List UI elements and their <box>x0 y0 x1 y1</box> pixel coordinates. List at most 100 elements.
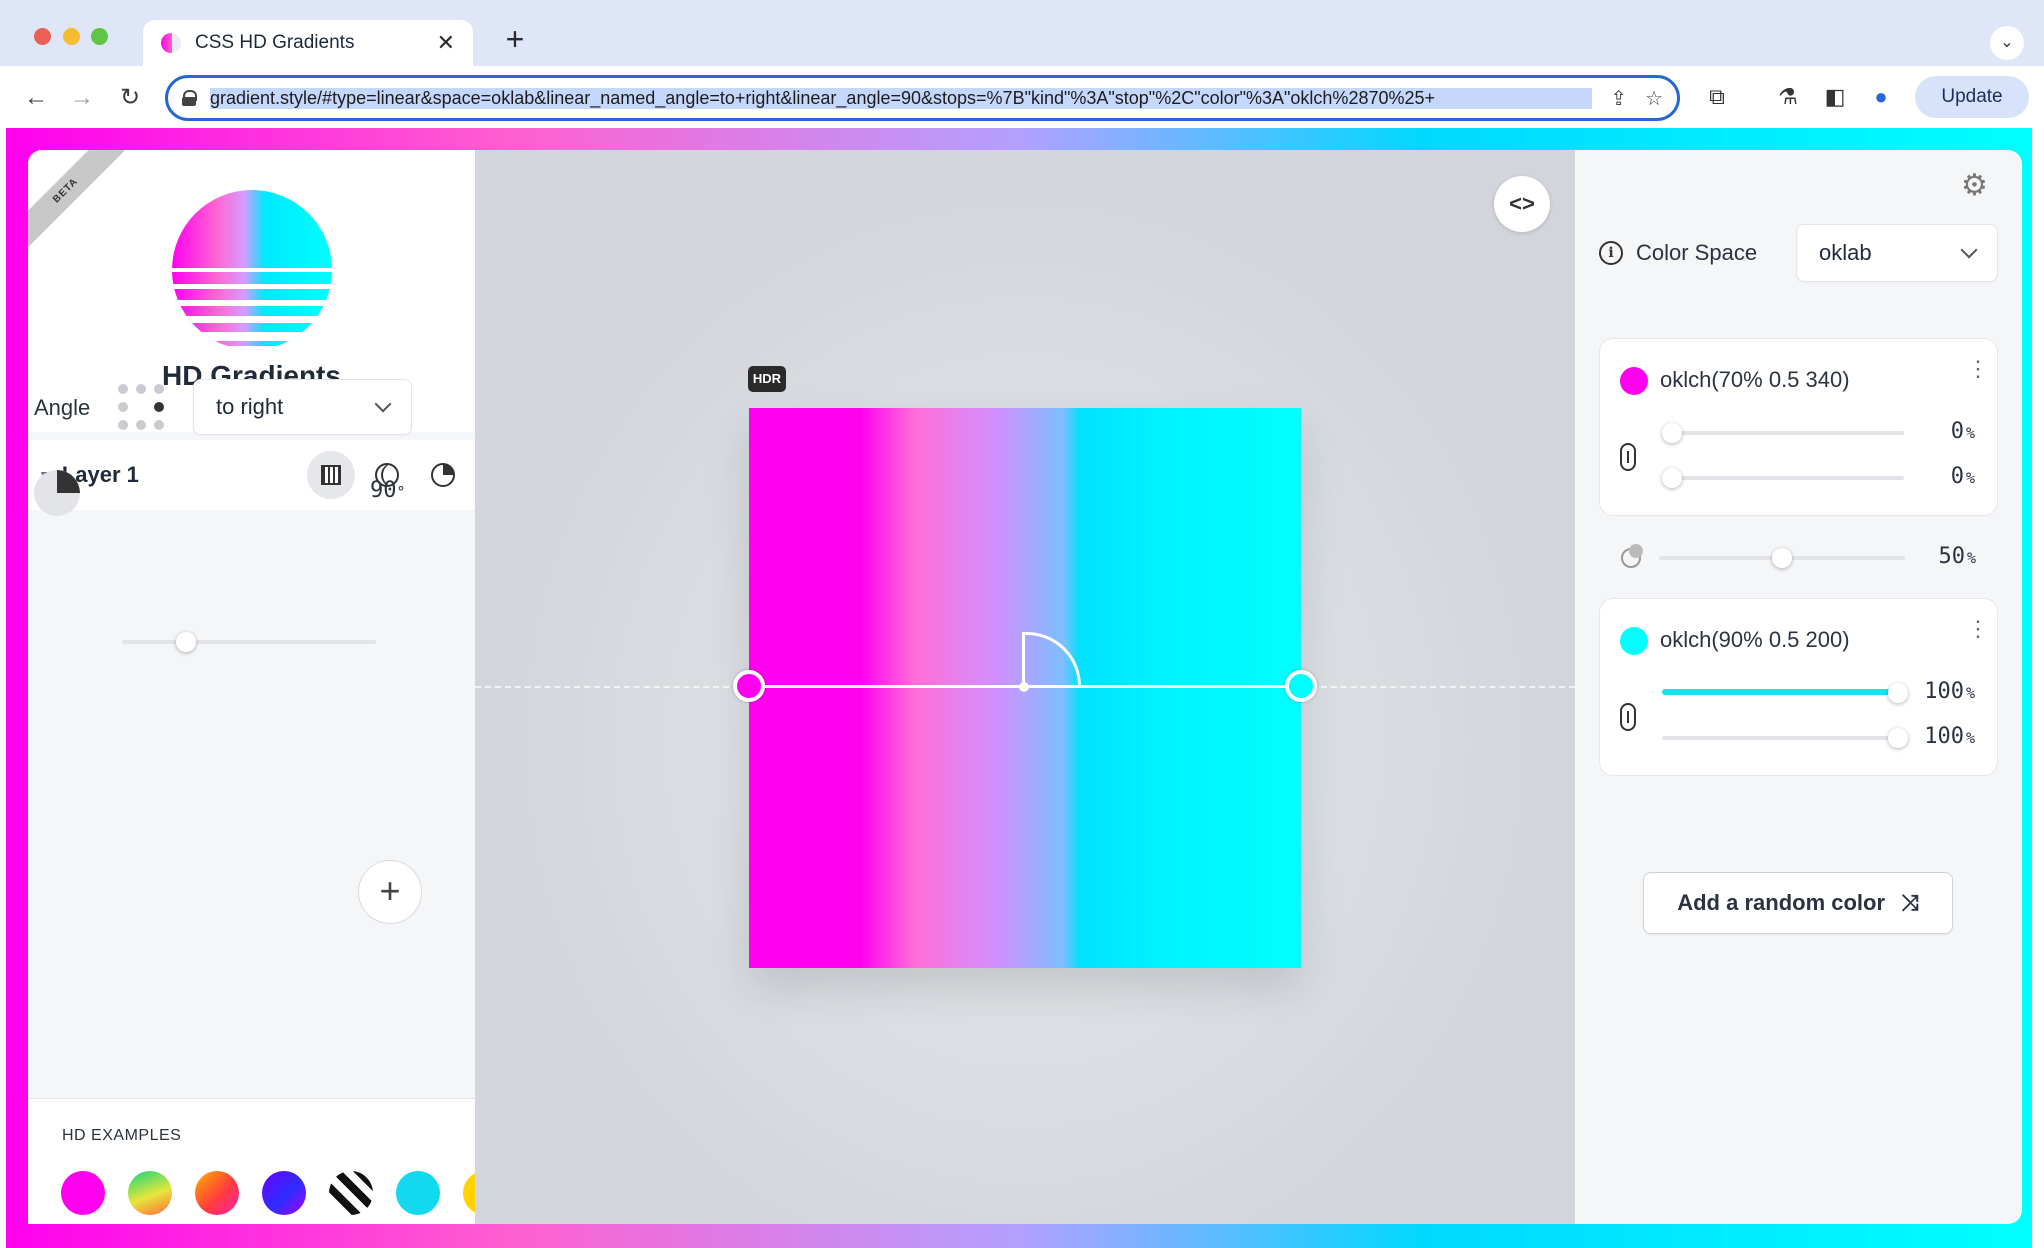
example-swatch-magenta[interactable] <box>61 1171 105 1215</box>
angle-value: 90° <box>370 478 406 503</box>
examples-label: HD EXAMPLES <box>62 1127 182 1144</box>
angle-select-value: to right <box>216 394 284 419</box>
stop-end-slider[interactable] <box>1662 736 1904 740</box>
gradient-end-handle[interactable] <box>1285 670 1317 702</box>
labs-flask-icon[interactable]: ⚗ <box>1771 80 1805 114</box>
example-swatch-sunset[interactable] <box>195 1171 239 1215</box>
chevron-down-icon <box>1960 241 1978 259</box>
lock-icon[interactable] <box>182 90 197 106</box>
direction-dot[interactable] <box>118 402 128 412</box>
minimize-window-button[interactable] <box>63 28 80 45</box>
stop-start-slider[interactable] <box>1662 691 1904 695</box>
direction-dot[interactable] <box>136 384 146 394</box>
link-positions-icon[interactable] <box>1620 443 1636 471</box>
hdr-badge: HDR <box>748 366 786 392</box>
gradient-guide-left <box>475 686 749 688</box>
reload-icon[interactable]: ↻ <box>112 80 148 116</box>
direction-dot[interactable] <box>154 384 164 394</box>
angle-slider-thumb[interactable] <box>175 632 196 652</box>
direction-dot[interactable] <box>136 420 146 430</box>
color-swatch[interactable] <box>1620 627 1648 655</box>
forward-icon[interactable]: → <box>64 80 100 116</box>
add-layer-button[interactable]: + <box>358 860 422 924</box>
transition-hint-icon <box>1621 544 1643 568</box>
browser-chrome: CSS HD Gradients ✕ + ⌄ ← → ↻ gradient.st… <box>0 0 2044 128</box>
direction-dot[interactable] <box>154 420 164 430</box>
chevron-down-icon <box>374 395 392 413</box>
gear-icon[interactable]: ⚙ <box>1961 168 1988 203</box>
stop-start-value: 0% <box>1950 419 1975 444</box>
angle-label: Angle <box>34 395 91 420</box>
layers-panel: BETA HD Gradients ▼ Layer 1 <box>28 150 475 1224</box>
address-bar[interactable]: gradient.style/#type=linear&space=oklab&… <box>165 75 1680 121</box>
close-tab-icon[interactable]: ✕ <box>437 30 455 56</box>
direction-dot-selected[interactable] <box>154 402 164 412</box>
layer-header: ▼ Layer 1 <box>28 440 475 510</box>
browser-tab[interactable]: CSS HD Gradients ✕ <box>143 20 473 66</box>
stop-start-thumb[interactable] <box>1888 683 1908 703</box>
angle-select[interactable]: to right <box>193 379 412 435</box>
stop-end-value: 0% <box>1950 464 1975 489</box>
angle-slider-track[interactable] <box>122 640 376 644</box>
close-window-button[interactable] <box>34 28 51 45</box>
more-options-icon[interactable]: ⋮ <box>1967 358 1989 380</box>
hint-slider-thumb[interactable] <box>1772 548 1792 568</box>
color-space-value: oklab <box>1819 240 1872 265</box>
conic-gradient-button[interactable] <box>419 451 467 499</box>
stop-start-thumb[interactable] <box>1662 423 1682 443</box>
code-toggle-button[interactable]: <> <box>1494 176 1550 232</box>
share-icon[interactable]: ⇪ <box>1610 86 1627 111</box>
extensions-icon[interactable]: ⧉ <box>1700 80 1734 114</box>
beta-ribbon: BETA <box>28 150 125 250</box>
stop-end-value: 100% <box>1924 724 1975 749</box>
color-space-label: Color Space <box>1636 240 1758 265</box>
angle-dial-icon[interactable] <box>34 470 80 516</box>
browser-toolbar: ← → ↻ gradient.style/#type=linear&space=… <box>0 66 2044 128</box>
direction-dot[interactable] <box>118 420 128 430</box>
profile-icon[interactable]: ● <box>1864 80 1898 114</box>
linear-gradient-button[interactable] <box>307 451 355 499</box>
stop-start-value: 100% <box>1924 679 1975 704</box>
info-icon[interactable]: i <box>1599 241 1623 265</box>
color-stop-name[interactable]: oklch(70% 0.5 340) <box>1660 367 1850 393</box>
tab-search-icon[interactable]: ⌄ <box>1990 26 2024 60</box>
stop-end-thumb[interactable] <box>1888 728 1908 748</box>
conic-gradient-icon <box>431 463 455 487</box>
hd-examples: HD EXAMPLES <box>28 1098 507 1224</box>
stop-start-slider[interactable] <box>1662 431 1904 435</box>
logo-icon <box>172 190 332 350</box>
favicon-icon <box>161 33 181 53</box>
update-button[interactable]: Update <box>1915 76 2029 118</box>
gradient-start-handle[interactable] <box>733 670 765 702</box>
direction-picker[interactable] <box>118 384 166 432</box>
hint-value: 50% <box>1938 544 1976 569</box>
maximize-window-button[interactable] <box>91 28 108 45</box>
link-positions-icon[interactable] <box>1620 703 1636 731</box>
color-swatch[interactable] <box>1620 367 1648 395</box>
color-space-select[interactable]: oklab <box>1796 224 1998 282</box>
example-swatch-cyan[interactable] <box>396 1171 440 1215</box>
more-options-icon[interactable]: ⋮ <box>1967 618 1989 640</box>
bookmark-star-icon[interactable]: ☆ <box>1645 86 1663 111</box>
color-stop-card: oklch(70% 0.5 340) ⋮ 0% 0% <box>1599 338 1998 516</box>
example-swatch-rainbow[interactable] <box>128 1171 172 1215</box>
back-icon[interactable]: ← <box>18 80 54 116</box>
stop-end-thumb[interactable] <box>1662 468 1682 488</box>
direction-dot[interactable] <box>118 384 128 394</box>
shuffle-icon: ⤨ <box>1901 890 1919 915</box>
tab-title: CSS HD Gradients <box>195 32 355 53</box>
color-stop-card: oklch(90% 0.5 200) ⋮ 100% 100% <box>1599 598 1998 776</box>
layer-title[interactable]: Layer 1 <box>62 462 307 488</box>
example-swatch-violet[interactable] <box>262 1171 306 1215</box>
add-random-color-button[interactable]: Add a random color ⤨ <box>1643 872 1953 934</box>
gradient-center-dot <box>1019 682 1029 692</box>
example-swatch-stripes[interactable] <box>329 1171 373 1215</box>
url-text[interactable]: gradient.style/#type=linear&space=oklab&… <box>210 87 1593 109</box>
new-tab-button[interactable]: + <box>497 22 533 58</box>
side-panel-icon[interactable]: ◧ <box>1818 80 1852 114</box>
add-random-color-label: Add a random color <box>1677 890 1886 915</box>
stop-end-slider[interactable] <box>1662 476 1904 480</box>
linear-gradient-icon <box>321 465 341 485</box>
gradient-guide-right <box>1301 686 1575 688</box>
color-stop-name[interactable]: oklch(90% 0.5 200) <box>1660 627 1850 653</box>
